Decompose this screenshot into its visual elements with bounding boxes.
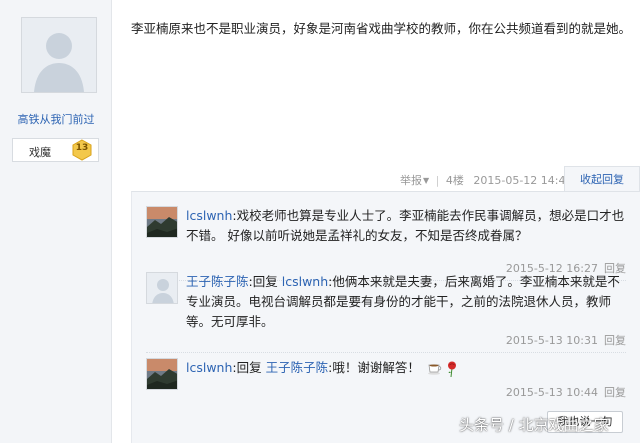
reply-body: lcslwnh:回复 王子陈子陈:哦！谢谢解答！ xyxy=(186,358,626,378)
default-avatar-icon xyxy=(22,18,96,92)
reply-username[interactable]: 王子陈子陈 xyxy=(186,274,249,289)
level-badge-icon: 13 xyxy=(71,139,93,161)
post-meta: 举报▼ | 4楼 2015-05-12 14:47 xyxy=(400,172,573,188)
reply-body: lcslwnh:戏校老师也算是专业人士了。李亚楠能去作民事调解员，想必是口才也不… xyxy=(186,206,626,246)
username-link[interactable]: 高铁从我门前过 xyxy=(0,111,112,127)
reply-body: 王子陈子陈:回复 lcslwnh:他俩本来就是夫妻，后来离婚了。李亚楠本来就是不… xyxy=(186,272,626,332)
report-link[interactable]: 举报▼ xyxy=(400,172,429,188)
rose-icon xyxy=(447,361,456,377)
reply-username[interactable]: lcslwnh xyxy=(186,360,232,375)
reply-target-user[interactable]: lcslwnh xyxy=(282,274,328,289)
reply-meta: 2015-5-13 10:44 回复 xyxy=(506,384,626,400)
watermark: 头条号 / 北京戏曲之家 xyxy=(459,416,609,434)
landscape-avatar-icon[interactable] xyxy=(146,206,178,238)
default-avatar-icon[interactable] xyxy=(146,272,178,304)
reply-button[interactable]: 回复 xyxy=(604,386,626,399)
reply-text: :哦！谢谢解答！ xyxy=(328,360,420,375)
meta-divider: | xyxy=(435,173,440,187)
reply-panel: lcslwnh:戏校老师也算是专业人士了。李亚楠能去作民事调解员，想必是口才也不… xyxy=(131,191,640,443)
reply-text: 戏校老师也算是专业人士了。李亚楠能去作民事调解员，想必是口才也不错。 好像以前听… xyxy=(186,208,625,243)
reply-prefix: 回复 xyxy=(236,360,262,375)
report-label: 举报 xyxy=(400,174,422,187)
reply-divider xyxy=(146,352,626,353)
floor-number: 4楼 xyxy=(445,174,464,187)
collapse-replies-button[interactable]: 收起回复 xyxy=(564,166,640,192)
reply-username[interactable]: lcslwnh xyxy=(186,208,232,223)
reply-time: 2015-5-13 10:31 xyxy=(505,334,598,347)
reply-prefix: 回复 xyxy=(252,274,278,289)
level-name: 戏魔 xyxy=(29,146,51,159)
level-number: 13 xyxy=(75,143,89,153)
reply-button[interactable]: 回复 xyxy=(604,334,626,347)
reply-time: 2015-5-13 10:44 xyxy=(505,386,598,399)
post-content: 李亚楠原来也不是职业演员，好象是河南省戏曲学校的教师，你在公共频道看到的就是她。 xyxy=(131,21,632,36)
landscape-avatar-icon[interactable] xyxy=(146,358,178,390)
coffee-cup-icon xyxy=(427,364,442,375)
user-level: 戏魔 13 xyxy=(12,138,99,162)
reply-meta: 2015-5-13 10:31 回复 xyxy=(506,332,626,348)
post-timestamp: 2015-05-12 14:47 xyxy=(473,173,573,187)
user-avatar[interactable] xyxy=(21,17,97,93)
user-sidebar: 高铁从我门前过 戏魔 13 xyxy=(0,0,112,443)
chevron-down-icon: ▼ xyxy=(423,175,430,185)
reply-target-user[interactable]: 王子陈子陈 xyxy=(266,360,329,375)
